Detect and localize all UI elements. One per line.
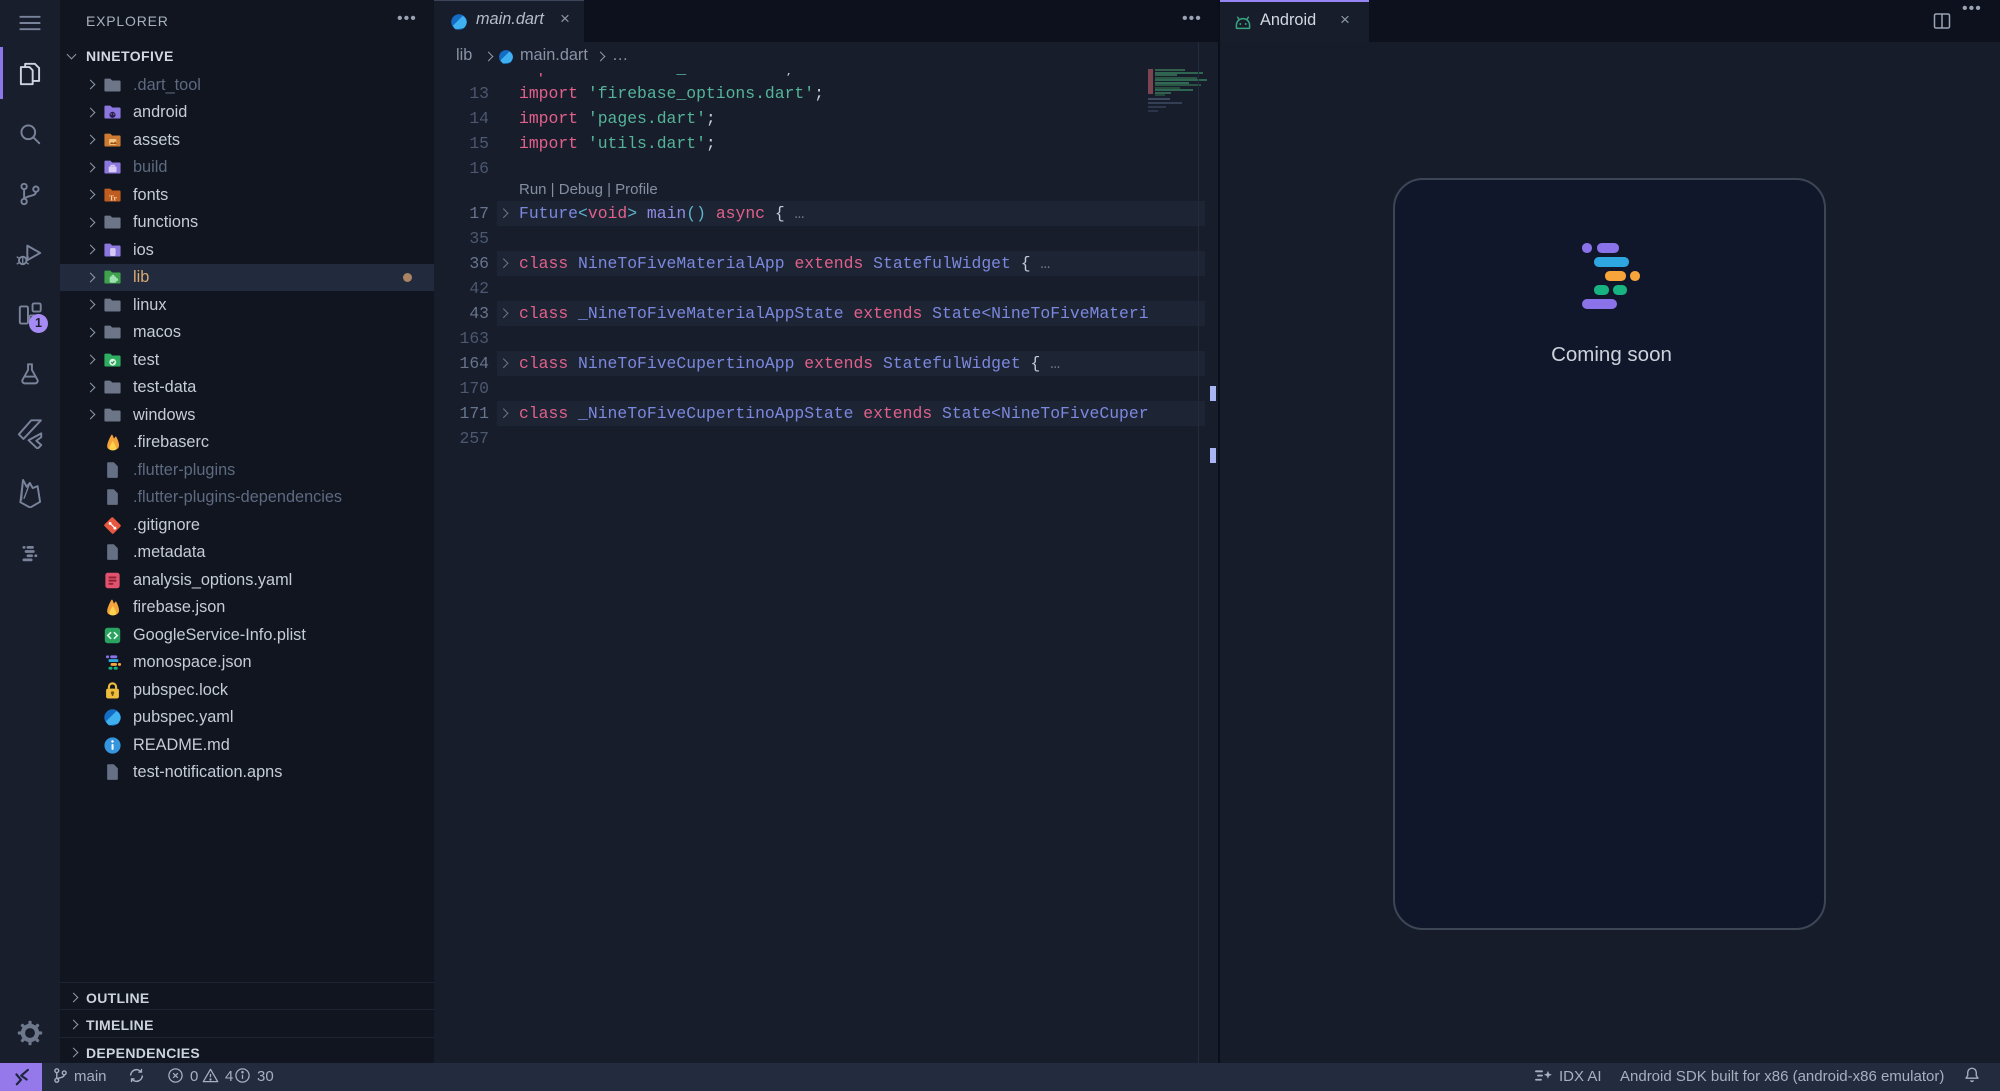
svg-text:Tr: Tr	[109, 193, 118, 202]
